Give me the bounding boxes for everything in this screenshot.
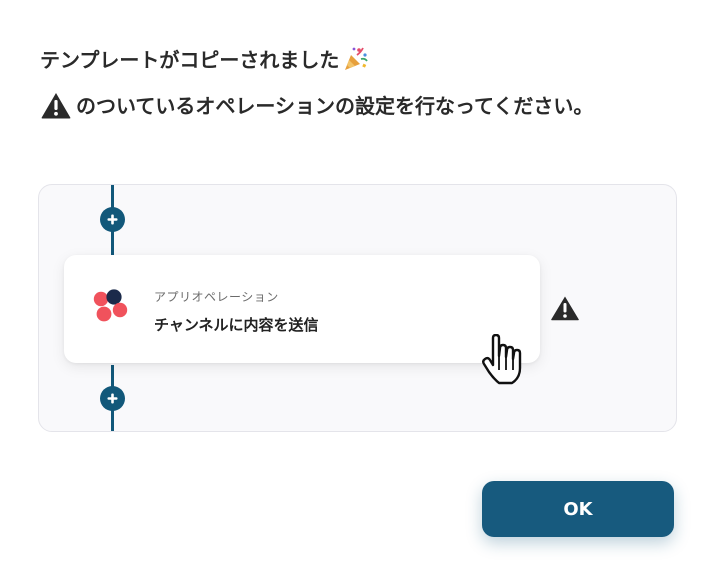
warning-icon [551, 296, 579, 321]
asana-logo-icon [93, 289, 128, 322]
dialog-title: テンプレートがコピーされました [40, 44, 369, 73]
add-step-button-bottom[interactable] [100, 386, 125, 411]
operation-card[interactable]: アプリオペレーション チャンネルに内容を送信 [64, 255, 540, 363]
flow-preview-panel: アプリオペレーション チャンネルに内容を送信 [38, 184, 677, 432]
plus-icon [107, 214, 118, 225]
template-copied-dialog: テンプレートがコピーされました のついているオペレーションの設定を行なってくださ… [0, 0, 712, 578]
ok-button[interactable]: OK [482, 481, 674, 537]
dialog-title-text: テンプレートがコピーされました [40, 48, 340, 72]
warning-icon [41, 92, 71, 118]
plus-icon [107, 393, 118, 404]
dialog-instruction: のついているオペレーションの設定を行なってください。 [40, 90, 593, 119]
add-step-button-top[interactable] [100, 207, 125, 232]
dialog-instruction-text: のついているオペレーションの設定を行なってください。 [76, 94, 594, 118]
operation-name: チャンネルに内容を送信 [154, 316, 319, 334]
operation-type-label: アプリオペレーション [154, 290, 279, 304]
hand-pointer-icon [482, 334, 522, 385]
party-popper-icon [345, 47, 369, 70]
